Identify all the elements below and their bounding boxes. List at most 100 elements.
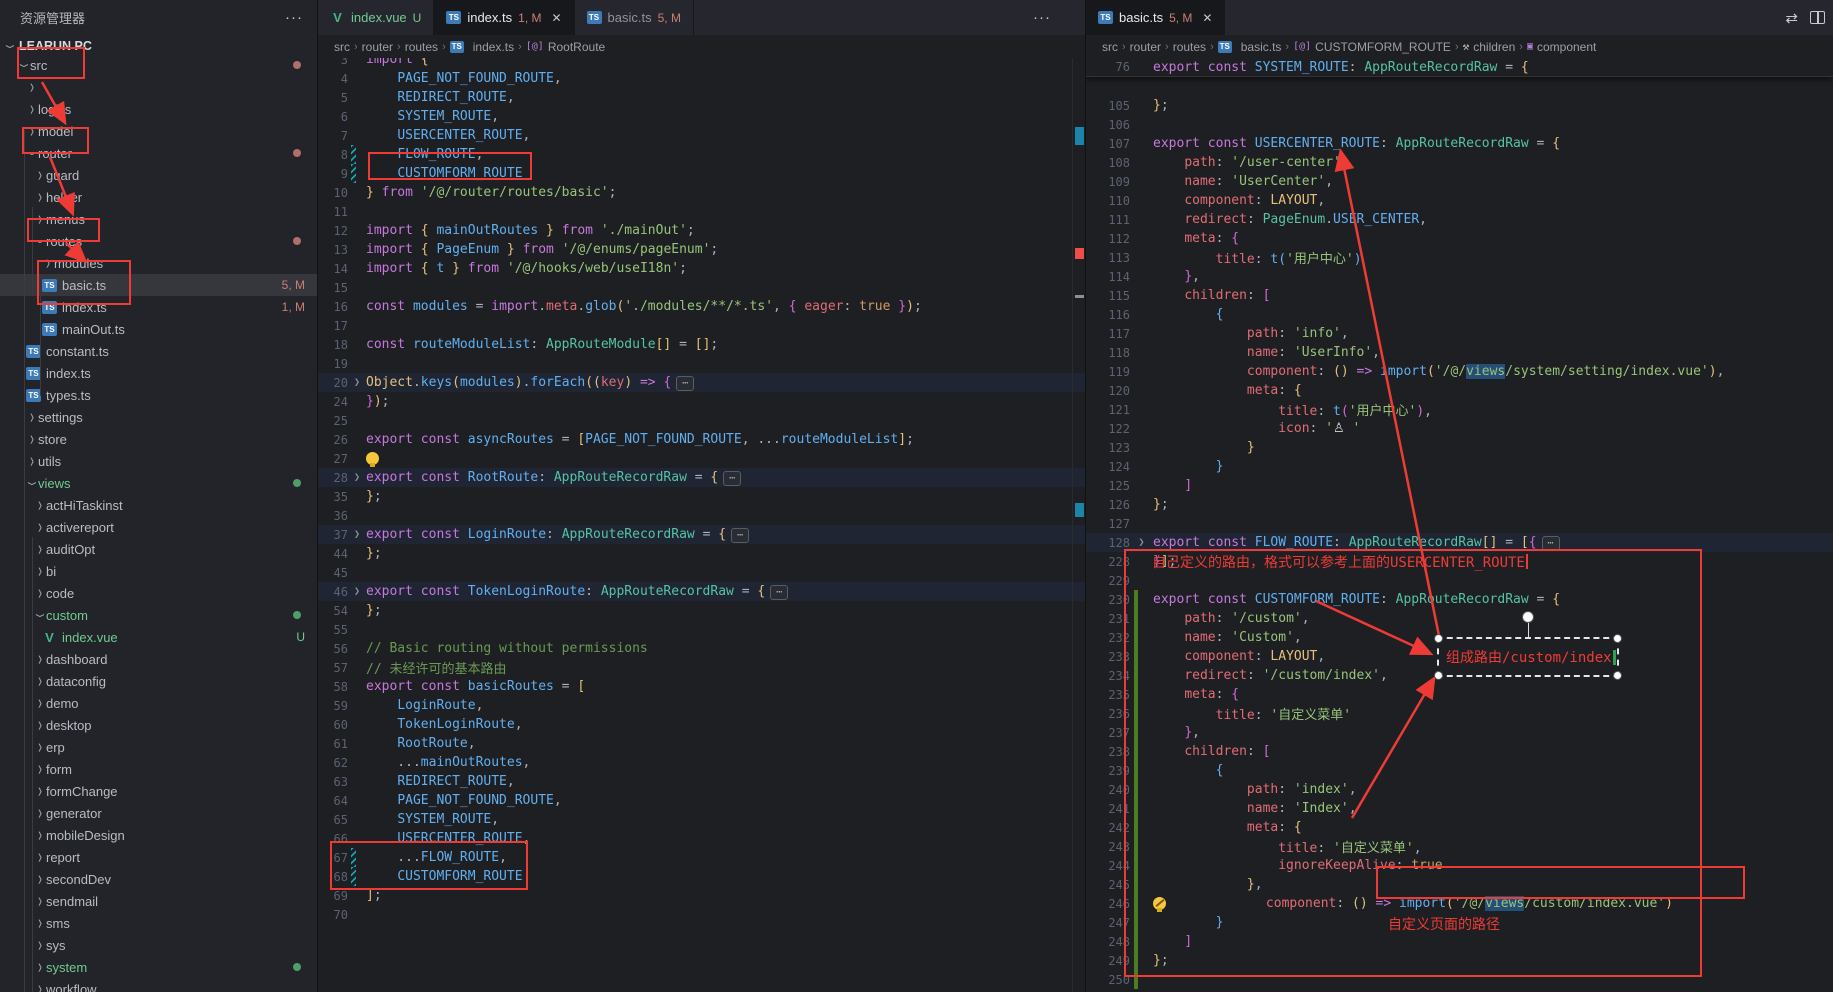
lightbulb-icon[interactable] xyxy=(1153,897,1166,910)
tree-item-modules[interactable]: ❭modules xyxy=(0,252,317,274)
tree-item-types.ts[interactable]: TStypes.ts xyxy=(0,384,317,406)
tree-item-guard[interactable]: ❭guard xyxy=(0,164,317,186)
code-line-5[interactable]: 5 REDIRECT_ROUTE, xyxy=(318,88,1085,107)
code-line-61[interactable]: 61 RootRoute, xyxy=(318,734,1085,753)
code-line-108[interactable]: 108 path: '/user-center', xyxy=(1086,153,1833,172)
tree-item-actHiTaskinst[interactable]: ❭actHiTaskinst xyxy=(0,494,317,516)
tree-item-basic.ts[interactable]: TSbasic.ts5, M xyxy=(0,274,317,296)
code-line-12[interactable]: 12import { mainOutRoutes } from './mainO… xyxy=(318,221,1085,240)
code-line-8[interactable]: 8 FLOW_ROUTE, xyxy=(318,145,1085,164)
code-line-76[interactable]: 76export const SYSTEM_ROUTE: AppRouteRec… xyxy=(1086,58,1833,77)
code-line-28[interactable]: 28❯export const RootRoute: AppRouteRecor… xyxy=(318,468,1085,487)
code-line-110[interactable]: 110 component: LAYOUT, xyxy=(1086,191,1833,210)
code-line-112[interactable]: 112 meta: { xyxy=(1086,229,1833,248)
tree-item-generator[interactable]: ❭generator xyxy=(0,802,317,824)
code-line-7[interactable]: 7 USERCENTER_ROUTE, xyxy=(318,126,1085,145)
folded-region-ellipsis[interactable]: ⋯ xyxy=(770,585,788,600)
code-line-13[interactable]: 13import { PageEnum } from '/@/enums/pag… xyxy=(318,240,1085,259)
code-line-62[interactable]: 62 ...mainOutRoutes, xyxy=(318,753,1085,772)
code-line-17[interactable]: 17 xyxy=(318,316,1085,335)
code-line-9[interactable]: 9 CUSTOMFORM_ROUTE xyxy=(318,164,1085,183)
tree-item-constant.ts[interactable]: TSconstant.ts xyxy=(0,340,317,362)
breadcrumb-item-src[interactable]: src xyxy=(334,40,350,54)
code-line-236[interactable]: 236 title: '自定义菜单' xyxy=(1086,704,1833,723)
tree-item-desktop[interactable]: ❭desktop xyxy=(0,714,317,736)
tree-item-mainOut.ts[interactable]: TSmainOut.ts xyxy=(0,318,317,340)
tab-index.vue[interactable]: Vindex.vueU xyxy=(318,0,434,35)
code-line-67[interactable]: 67 ...FLOW_ROUTE, xyxy=(318,848,1085,867)
code-line-239[interactable]: 239 { xyxy=(1086,761,1833,780)
code-line-237[interactable]: 237 }, xyxy=(1086,723,1833,742)
tree-item-model[interactable]: ❭model xyxy=(0,120,317,142)
code-line-116[interactable]: 116 { xyxy=(1086,305,1833,324)
code-line-121[interactable]: 121 title: t('用户中心'), xyxy=(1086,400,1833,419)
code-line-36[interactable]: 36 xyxy=(318,506,1085,525)
code-line-46[interactable]: 46❯export const TokenLoginRoute: AppRout… xyxy=(318,582,1085,601)
tree-item-src[interactable]: ❭src xyxy=(0,54,317,76)
breadcrumb-item-routes[interactable]: routes xyxy=(405,40,438,54)
tree-item-system[interactable]: ❭system xyxy=(0,956,317,978)
tree-item-demo[interactable]: ❭demo xyxy=(0,692,317,714)
fold-chevron-icon[interactable]: ❯ xyxy=(348,472,366,483)
code-line-238[interactable]: 238 children: [ xyxy=(1086,742,1833,761)
folded-region-ellipsis[interactable]: ⋯ xyxy=(731,528,749,543)
tree-item-views[interactable]: ❭views xyxy=(0,472,317,494)
explorer-more-actions-icon[interactable]: ··· xyxy=(285,9,303,26)
code-line-106[interactable]: 106 xyxy=(1086,115,1833,134)
code-line-45[interactable]: 45 xyxy=(318,563,1085,582)
tree-item-dashboard[interactable]: ❭dashboard xyxy=(0,648,317,670)
breadcrumb-item-index.ts[interactable]: TSindex.ts xyxy=(450,40,514,54)
code-line-249[interactable]: 249}; xyxy=(1086,951,1833,970)
code-line-117[interactable]: 117 path: 'info', xyxy=(1086,324,1833,343)
breadcrumb-item-component[interactable]: ▣component xyxy=(1527,40,1596,54)
code-line-248[interactable]: 248 ] xyxy=(1086,932,1833,951)
code-line-55[interactable]: 55 xyxy=(318,620,1085,639)
code-line-3[interactable]: 3import { xyxy=(318,58,1085,69)
code-line-243[interactable]: 243 title: '自定义菜单', xyxy=(1086,837,1833,856)
code-line-56[interactable]: 56// Basic routing without permissions xyxy=(318,639,1085,658)
code-line-241[interactable]: 241 name: 'Index', xyxy=(1086,799,1833,818)
close-icon[interactable]: ✕ xyxy=(1202,11,1212,25)
code-line-6[interactable]: 6 SYSTEM_ROUTE, xyxy=(318,107,1085,126)
code-line-15[interactable]: 15 xyxy=(318,278,1085,297)
breadcrumb-item-routes[interactable]: routes xyxy=(1173,40,1206,54)
breadcrumb-item-children[interactable]: ⚒children xyxy=(1463,40,1516,54)
tree-item-formChange[interactable]: ❭formChange xyxy=(0,780,317,802)
code-line-119[interactable]: 119 component: () => import('/@/views/sy… xyxy=(1086,362,1833,381)
code-line-64[interactable]: 64 PAGE_NOT_FOUND_ROUTE, xyxy=(318,791,1085,810)
tree-item-sms[interactable]: ❭sms xyxy=(0,912,317,934)
breadcrumb-item-CUSTOMFORM_ROUTE[interactable]: [@]CUSTOMFORM_ROUTE xyxy=(1293,40,1451,54)
code-line-105[interactable]: 105}; xyxy=(1086,96,1833,115)
breadcrumb-item-src[interactable]: src xyxy=(1102,40,1118,54)
tree-item-index.ts[interactable]: TSindex.ts xyxy=(0,362,317,384)
code-line-25[interactable]: 25 xyxy=(318,411,1085,430)
tree-item-sendmail[interactable]: ❭sendmail xyxy=(0,890,317,912)
tree-item-auditOpt[interactable]: ❭auditOpt xyxy=(0,538,317,560)
folded-region-ellipsis[interactable]: ⋯ xyxy=(723,471,741,486)
breadcrumb-item-basic.ts[interactable]: TSbasic.ts xyxy=(1218,40,1282,54)
code-line-233[interactable]: 233 component: LAYOUT, xyxy=(1086,647,1833,666)
tab-basic.ts[interactable]: TSbasic.ts5, M xyxy=(575,0,694,35)
fold-chevron-icon[interactable]: ❯ xyxy=(348,586,366,597)
open-changes-icon[interactable]: ⇄ xyxy=(1785,9,1798,27)
overview-ruler[interactable] xyxy=(1072,58,1085,992)
code-line-63[interactable]: 63 REDIRECT_ROUTE, xyxy=(318,772,1085,791)
tree-item-sys[interactable]: ❭sys xyxy=(0,934,317,956)
tree-item-routes[interactable]: ❭routes xyxy=(0,230,317,252)
editor-more-actions-icon[interactable]: ··· xyxy=(1033,0,1051,35)
code-line-231[interactable]: 231 path: '/custom', xyxy=(1086,609,1833,628)
code-line-10[interactable]: 10} from '/@/router/routes/basic'; xyxy=(318,183,1085,202)
fold-chevron-icon[interactable]: ❯ xyxy=(1130,537,1153,548)
code-line-58[interactable]: 58export const basicRoutes = [ xyxy=(318,677,1085,696)
tree-item-menus[interactable]: ❭menus xyxy=(0,208,317,230)
split-editor-icon[interactable] xyxy=(1810,11,1825,24)
tree-item-settings[interactable]: ❭settings xyxy=(0,406,317,428)
code-line-229[interactable]: 229 xyxy=(1086,571,1833,590)
code-line-120[interactable]: 120 meta: { xyxy=(1086,381,1833,400)
tree-item-form[interactable]: ❭form xyxy=(0,758,317,780)
code-line-114[interactable]: 114 }, xyxy=(1086,267,1833,286)
code-line-228[interactable]: 228}]; xyxy=(1086,552,1833,571)
tree-item-router[interactable]: ❭router xyxy=(0,142,317,164)
code-line-18[interactable]: 18const routeModuleList: AppRouteModule[… xyxy=(318,335,1085,354)
code-line-247[interactable]: 247 } xyxy=(1086,913,1833,932)
